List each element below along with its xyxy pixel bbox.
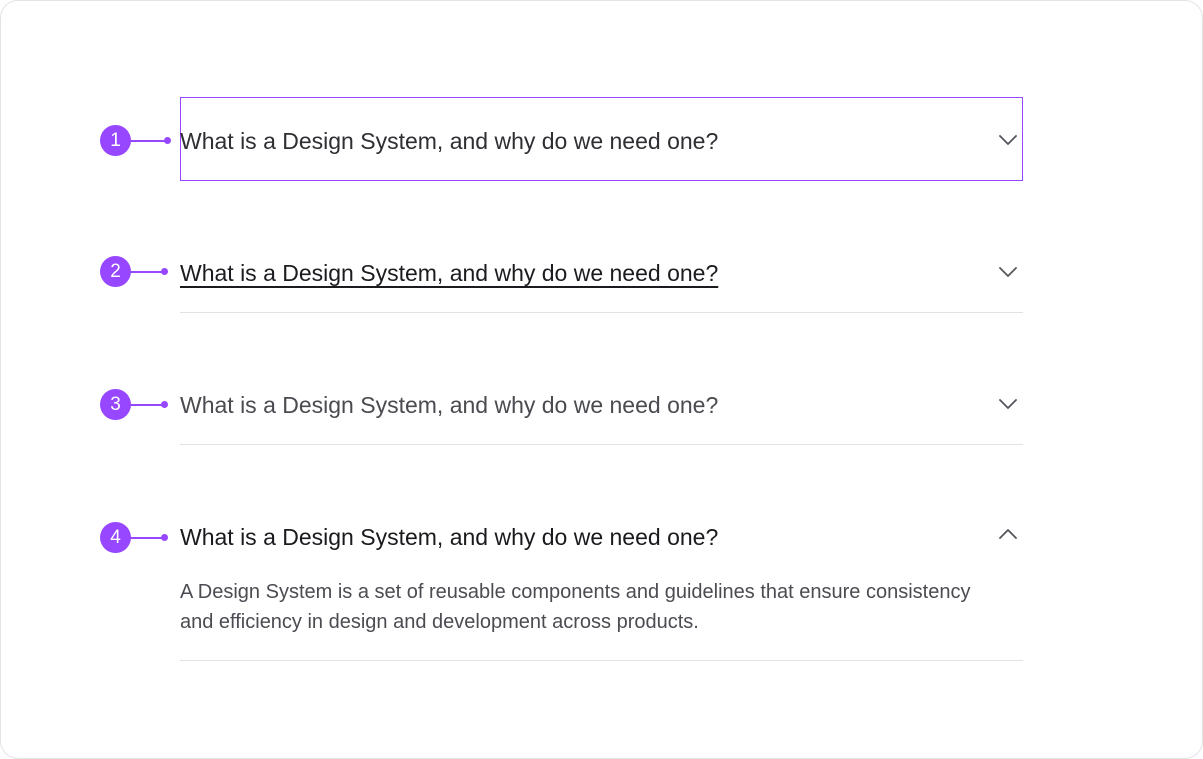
annotation-dot-2 [161, 268, 168, 275]
annotation-marker-4: 4 [100, 522, 131, 553]
divider [180, 660, 1023, 661]
annotation-marker-3: 3 [100, 389, 131, 420]
accordion-item-2[interactable]: What is a Design System, and why do we n… [180, 252, 1023, 292]
annotation-dot-1 [164, 137, 171, 144]
annotation-connector-3 [130, 404, 164, 406]
accordion-item-3[interactable]: What is a Design System, and why do we n… [180, 384, 1023, 424]
accordion-question-4: What is a Design System, and why do we n… [180, 524, 719, 550]
accordion-header-1[interactable]: What is a Design System, and why do we n… [180, 120, 1023, 160]
accordion-header-3[interactable]: What is a Design System, and why do we n… [180, 384, 1023, 424]
accordion-item-1[interactable]: What is a Design System, and why do we n… [180, 120, 1023, 160]
chevron-down-icon[interactable] [997, 132, 1019, 148]
chevron-up-icon[interactable] [997, 526, 1019, 542]
annotation-marker-1: 1 [100, 125, 131, 156]
annotation-dot-3 [161, 401, 168, 408]
annotation-connector-4 [130, 537, 164, 539]
accordion-question-1: What is a Design System, and why do we n… [180, 128, 719, 154]
annotation-connector-1 [130, 140, 166, 142]
divider [180, 444, 1023, 445]
accordion-item-4[interactable]: What is a Design System, and why do we n… [180, 516, 1023, 633]
accordion-answer-4: A Design System is a set of reusable com… [180, 581, 971, 633]
divider [180, 312, 1023, 313]
accordion-question-2: What is a Design System, and why do we n… [180, 260, 719, 286]
annotation-connector-2 [130, 271, 164, 273]
annotation-marker-2: 2 [100, 256, 131, 287]
chevron-down-icon[interactable] [997, 264, 1019, 280]
accordion-header-4[interactable]: What is a Design System, and why do we n… [180, 516, 1023, 556]
chevron-down-icon[interactable] [997, 396, 1019, 412]
accordion-question-3: What is a Design System, and why do we n… [180, 392, 719, 418]
annotation-dot-4 [161, 534, 168, 541]
accordion-header-2[interactable]: What is a Design System, and why do we n… [180, 252, 1023, 292]
